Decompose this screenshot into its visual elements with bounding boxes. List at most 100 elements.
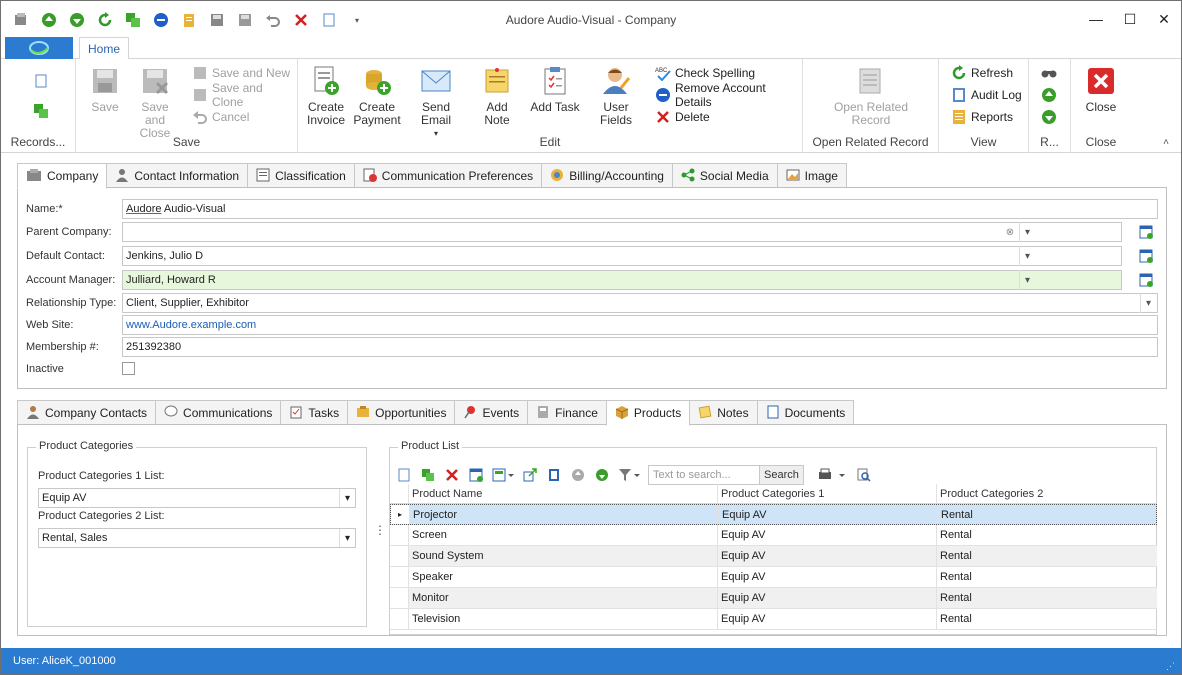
cell-categories-1[interactable]: Equip AV (717, 588, 936, 608)
tab-classification[interactable]: Classification (247, 163, 355, 188)
down-arrow-icon[interactable] (1041, 107, 1057, 127)
print-icon[interactable] (812, 464, 852, 486)
save-button[interactable]: Save (90, 65, 120, 114)
chevron-down-icon[interactable]: ▾ (339, 489, 355, 507)
report-icon[interactable] (542, 464, 566, 486)
audit-log-button[interactable]: Audit Log (951, 85, 1022, 105)
tab-company[interactable]: Company (17, 163, 108, 189)
close-button[interactable]: Close (1085, 65, 1117, 114)
chevron-down-icon[interactable]: ▾ (339, 529, 355, 547)
cell-categories-2[interactable]: Rental (936, 588, 1155, 608)
cell-categories-1[interactable]: Equip AV (717, 525, 936, 545)
tab-products[interactable]: Products (605, 400, 691, 426)
cell-categories-1[interactable]: Equip AV (717, 567, 936, 587)
cell-categories-2[interactable]: Rental (936, 567, 1155, 587)
down-arrow-icon[interactable] (590, 464, 614, 486)
search-input[interactable]: Text to search... (648, 465, 760, 485)
tab-image[interactable]: Image (776, 163, 847, 188)
chevron-down-icon[interactable]: ▾ (1140, 293, 1156, 313)
cell-categories-1[interactable]: Equip AV (717, 609, 936, 629)
cell-categories-2[interactable]: Rental (936, 525, 1155, 545)
default-contact-field[interactable]: Jenkins, Julio D (122, 246, 1122, 266)
table-row[interactable]: Screen Equip AV Rental (390, 525, 1157, 546)
grid-view-icon[interactable] (464, 464, 488, 486)
cell-product-name[interactable]: Screen (408, 525, 717, 545)
cell-product-name[interactable]: Television (408, 609, 717, 629)
search-button[interactable]: Search (759, 465, 804, 485)
cancel-button[interactable]: Cancel (192, 107, 249, 127)
tab-events[interactable]: Events (454, 400, 529, 425)
send-email-button[interactable]: Send Email ▾ (408, 65, 464, 140)
lookup-grid-icon[interactable] (1138, 222, 1154, 242)
tab-billing-accounting[interactable]: Billing/Accounting (541, 163, 673, 188)
chevron-down-icon[interactable]: ▾ (1019, 270, 1035, 290)
open-related-record-button[interactable]: Open Related Record (833, 65, 909, 127)
check-spelling-button[interactable]: ABC Check Spelling (655, 63, 755, 83)
up-arrow-icon[interactable] (1041, 85, 1057, 105)
table-row[interactable]: Television Equip AV Rental (390, 609, 1157, 630)
membership-field[interactable]: 251392380 (122, 337, 1158, 357)
find-icon[interactable] (852, 464, 876, 486)
lookup-grid-icon[interactable] (1138, 246, 1154, 266)
tab-notes[interactable]: Notes (689, 400, 758, 425)
new-record-icon[interactable] (33, 71, 49, 91)
columns-icon[interactable] (488, 464, 518, 486)
cell-product-name[interactable]: Speaker (408, 567, 717, 587)
tab-communications[interactable]: Communications (155, 400, 282, 425)
cell-categories-1[interactable]: Equip AV (717, 546, 936, 566)
tab-company-contacts[interactable]: Company Contacts (17, 400, 157, 425)
table-row[interactable]: Monitor Equip AV Rental (390, 588, 1157, 609)
maximize-icon[interactable]: ☐ (1113, 1, 1147, 37)
chevron-down-icon[interactable]: ▾ (1019, 222, 1035, 242)
tab-tasks[interactable]: Tasks (280, 400, 349, 425)
add-task-button[interactable]: Add Task (530, 65, 580, 114)
account-manager-field[interactable]: Julliard, Howard R (122, 270, 1122, 290)
binoculars-icon[interactable] (1041, 63, 1057, 83)
save-and-close-button[interactable]: Save and Close (130, 65, 180, 140)
minimize-icon[interactable]: — (1079, 1, 1113, 37)
tab-opportunities[interactable]: Opportunities (347, 400, 456, 425)
close-icon[interactable]: ✕ (1147, 1, 1181, 37)
name-field[interactable]: Audore Audio-Visual (122, 199, 1158, 219)
inactive-checkbox[interactable] (122, 362, 135, 375)
add-note-button[interactable]: Add Note (472, 65, 522, 127)
cell-product-name[interactable]: Monitor (408, 588, 717, 608)
product-categories-1-select[interactable]: Equip AV ▾ (38, 488, 356, 508)
reports-button[interactable]: Reports (951, 107, 1013, 127)
relationship-type-field[interactable]: Client, Supplier, Exhibitor (122, 293, 1158, 313)
delete-button[interactable]: Delete (655, 107, 710, 127)
resize-grip-icon[interactable]: ⋰ (1166, 661, 1175, 672)
column-header-categories-1[interactable]: Product Categories 1 (717, 484, 936, 503)
tab-documents[interactable]: Documents (756, 400, 855, 425)
export-icon[interactable] (518, 464, 542, 486)
cell-product-name[interactable]: Sound System (408, 546, 717, 566)
product-categories-2-select[interactable]: Rental, Sales ▾ (38, 528, 356, 548)
new-icon[interactable] (392, 464, 416, 486)
tab-home[interactable]: Home (79, 37, 129, 60)
table-row[interactable]: Speaker Equip AV Rental (390, 567, 1157, 588)
tab-social-media[interactable]: Social Media (671, 163, 778, 188)
user-fields-button[interactable]: User Fields (588, 65, 644, 127)
collapse-ribbon-icon[interactable]: ˄ (1163, 137, 1169, 148)
file-menu-button[interactable] (5, 37, 73, 59)
cell-categories-2[interactable]: Rental (936, 609, 1155, 629)
website-link[interactable]: www.Audore.example.com (126, 319, 256, 331)
tab-communication-preferences[interactable]: Communication Preferences (353, 163, 543, 188)
parent-company-field[interactable] (122, 222, 1122, 242)
tab-finance[interactable]: Finance (527, 400, 607, 425)
splitter-handle[interactable]: ⋮ (374, 523, 386, 537)
table-row[interactable]: Sound System Equip AV Rental (390, 546, 1157, 567)
save-and-clone-button[interactable]: Save and Clone (192, 81, 297, 109)
website-field[interactable]: www.Audore.example.com (122, 315, 1158, 335)
delete-icon[interactable] (440, 464, 464, 486)
clear-icon[interactable]: ⊗ (1002, 222, 1018, 242)
add-record-icon[interactable] (33, 101, 49, 121)
cell-categories-1[interactable]: Equip AV (718, 505, 937, 524)
create-payment-button[interactable]: Create Payment (353, 65, 401, 127)
refresh-button[interactable]: Refresh (951, 63, 1013, 83)
chevron-down-icon[interactable]: ▾ (1019, 246, 1035, 266)
column-header-product-name[interactable]: Product Name (408, 484, 717, 503)
save-and-new-button[interactable]: Save and New (192, 63, 290, 83)
add-icon[interactable] (416, 464, 440, 486)
create-invoice-button[interactable]: Create Invoice (306, 65, 346, 127)
